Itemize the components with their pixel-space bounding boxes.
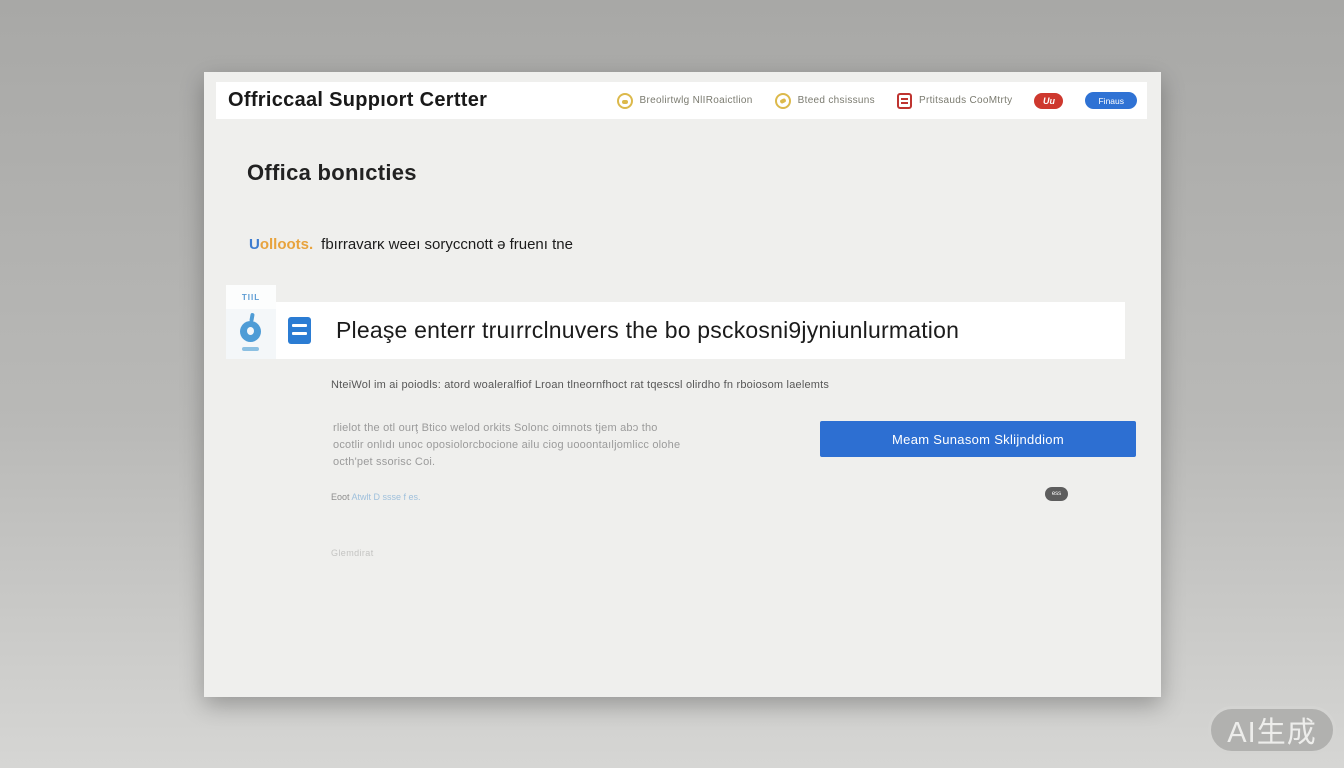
assistant-tab[interactable]: TIIL bbox=[226, 285, 276, 309]
footnote-text: Glemdirat bbox=[331, 548, 374, 558]
robot-assistant-icon bbox=[238, 313, 264, 353]
paragraph-line: octh'pet ssorisc Coi. bbox=[333, 454, 680, 471]
nav-item-products[interactable]: Prtitsauds CooMtrty bbox=[897, 93, 1013, 109]
top-nav: Breolirtwlg NlIRoaictlion Bteed chsissun… bbox=[617, 92, 1137, 109]
terms-line: Eoot Atwlt D ssse f es. bbox=[331, 492, 421, 502]
terms-link[interactable]: Atwlt D ssse f es. bbox=[352, 492, 421, 502]
archive-book-icon bbox=[288, 317, 311, 344]
page-background: Offriccaal Suppıort Certter Breolirtwlg … bbox=[0, 0, 1344, 768]
submit-button[interactable]: Meam Sunasom Sklijnddiom bbox=[820, 421, 1136, 457]
chat-circle-icon bbox=[617, 93, 633, 109]
banner-subtitle: NteiWol im ai poiodls: atord woaleralfio… bbox=[331, 379, 829, 391]
notice-label-orange: olloots. bbox=[260, 236, 313, 253]
nav-item-discussions[interactable]: Bteed chsissuns bbox=[775, 93, 875, 109]
nav-item-label: Breolirtwlg NlIRoaictlion bbox=[640, 95, 753, 106]
nav-item-consultation[interactable]: Breolirtwlg NlIRoaictlion bbox=[617, 93, 753, 109]
prompt-banner: Pleaşe enterr truırrclnuvers the bo psck… bbox=[276, 302, 1125, 359]
arrow-circle-icon bbox=[775, 93, 791, 109]
paragraph-line: rlielot the otl ourţ Btico welod orkits … bbox=[333, 420, 680, 437]
notice-line: Uolloots. fbırravarĸ weeı soryccnott ə fr… bbox=[249, 236, 573, 253]
ai-generated-watermark: AI生成 bbox=[1208, 706, 1336, 754]
banner-title: Pleaşe enterr truırrclnuvers the bo psck… bbox=[336, 317, 959, 344]
support-center-card: Offriccaal Suppıort Certter Breolirtwlg … bbox=[204, 72, 1161, 697]
paragraph-line: ocotlir onlıdı unoc oposiolorcbocione ai… bbox=[333, 437, 680, 454]
terms-prefix: Eoot bbox=[331, 492, 350, 502]
assistant-widget[interactable]: TIIL bbox=[226, 285, 276, 359]
signin-button[interactable]: Finaus bbox=[1085, 92, 1137, 109]
notice-text: fbırravarĸ weeı soryccnott ə fruenı tne bbox=[321, 236, 573, 253]
section-heading: Offica bonıcties bbox=[247, 160, 417, 186]
notice-label-blue: U bbox=[249, 236, 260, 253]
brand-logo-badge[interactable]: Uu bbox=[1034, 93, 1063, 109]
nav-item-label: Prtitsauds CooMtrty bbox=[919, 95, 1013, 106]
nav-item-label: Bteed chsissuns bbox=[798, 95, 875, 106]
document-icon bbox=[897, 93, 912, 109]
more-options-pill[interactable]: ess bbox=[1045, 487, 1068, 501]
page-title: Offriccaal Suppıort Certter bbox=[228, 89, 487, 112]
description-paragraph: rlielot the otl ourţ Btico welod orkits … bbox=[333, 420, 680, 471]
top-bar: Offriccaal Suppıort Certter Breolirtwlg … bbox=[216, 82, 1147, 119]
